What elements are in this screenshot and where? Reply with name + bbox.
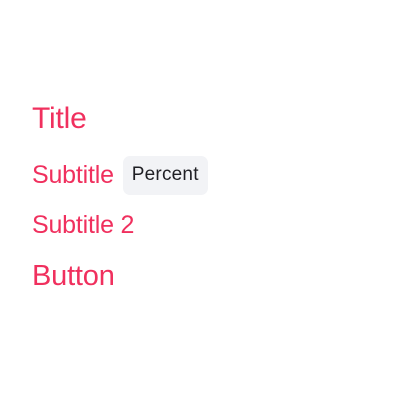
percent-chip: Percent [122,155,208,195]
content-stack: Title Subtitle Percent Subtitle 2 Button [32,100,372,294]
title-heading: Title [32,102,87,135]
button[interactable]: Button [32,258,115,294]
subtitle-2-text: Subtitle 2 [32,211,135,239]
subtitle-text: Subtitle [32,161,114,189]
subtitle-row: Subtitle Percent [32,155,372,195]
